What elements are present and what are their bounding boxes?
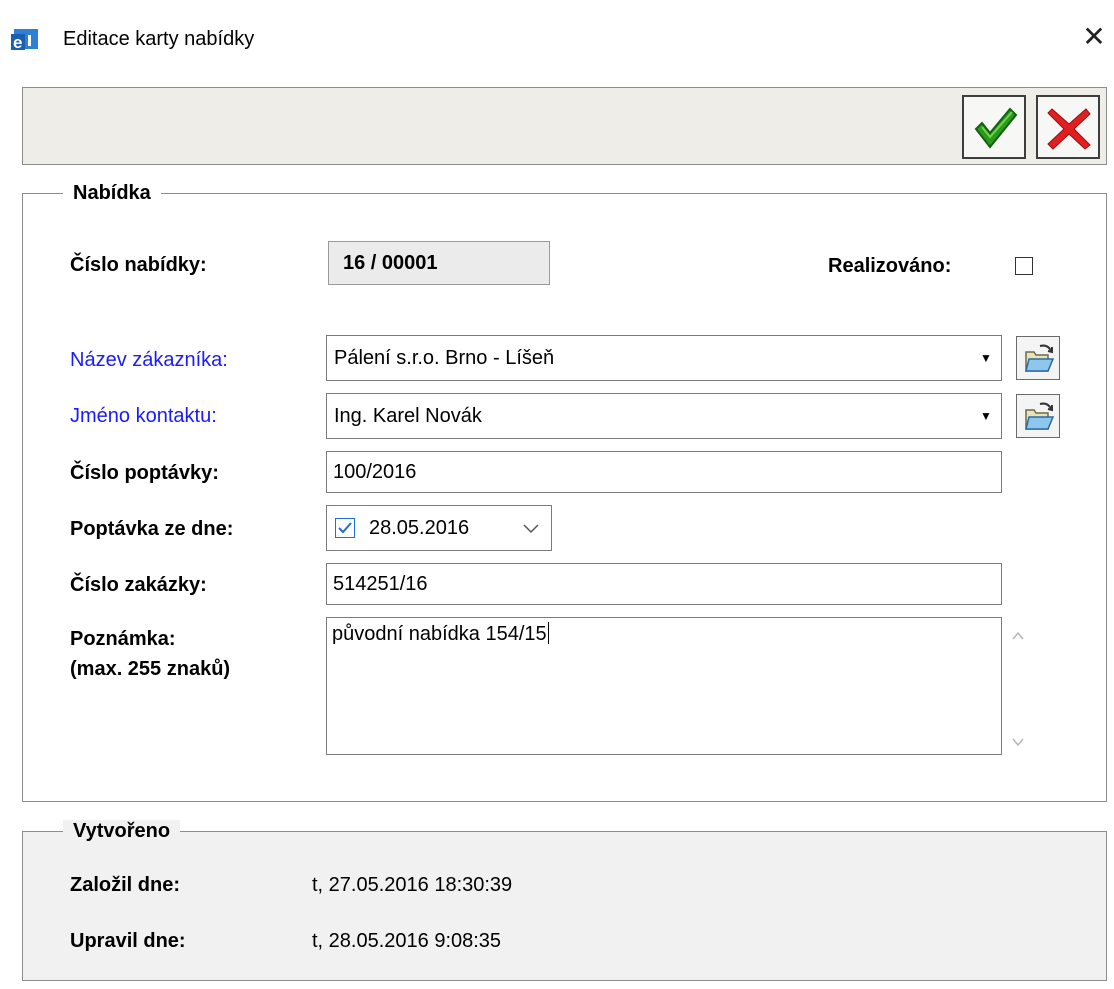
realized-label: Realizováno: [828, 255, 952, 277]
customer-name-combobox[interactable]: Pálení s.r.o. Brno - Líšeň ▼ [326, 335, 1002, 381]
confirm-button[interactable] [962, 95, 1026, 159]
note-label: Poznámka: [70, 628, 176, 650]
modified-date-value: t, 28.05.2016 9:08:35 [312, 930, 502, 952]
contact-name-combobox[interactable]: Ing. Karel Novák ▼ [326, 393, 1002, 439]
dropdown-arrow-icon[interactable]: ▼ [971, 394, 1001, 438]
window-title: Editace karty nabídky [63, 28, 255, 50]
contact-name-label: Jméno kontaktu: [70, 405, 217, 427]
contact-name-value: Ing. Karel Novák [334, 405, 482, 427]
modified-date-label: Upravil dne: [70, 930, 186, 952]
customer-name-label: Název zákazníka: [70, 349, 228, 371]
cancel-button[interactable] [1036, 95, 1100, 159]
chevron-up-icon[interactable] [1008, 628, 1028, 644]
created-date-value: t, 27.05.2016 18:30:39 [312, 874, 513, 896]
inquiry-date-checkbox[interactable] [335, 518, 355, 538]
contact-picker-button[interactable] [1016, 394, 1060, 438]
note-text: původní nabídka 154/15 [332, 623, 547, 645]
title-bar: e Editace karty nabídky ✕ [0, 0, 1114, 78]
chevron-down-icon[interactable] [1008, 734, 1028, 750]
red-x-icon [1047, 108, 1091, 150]
dropdown-arrow-icon[interactable]: ▼ [971, 336, 1001, 380]
note-textarea[interactable]: původní nabídka 154/15 [326, 617, 1002, 755]
customer-name-value: Pálení s.r.o. Brno - Líšeň [334, 347, 555, 369]
note-length-hint: (max. 255 znaků) [70, 658, 231, 680]
customer-picker-button[interactable] [1016, 336, 1060, 380]
inquiry-date-label: Poptávka ze dne: [70, 518, 234, 540]
offer-number-label: Číslo nabídky: [70, 254, 207, 276]
created-date-label: Založil dne: [70, 874, 180, 896]
svg-text:e: e [13, 33, 22, 52]
chevron-down-icon[interactable] [523, 521, 539, 535]
inquiry-number-input[interactable]: 100/2016 [326, 451, 1002, 493]
order-number-label: Číslo zakázky: [70, 574, 207, 596]
offer-number-value: 16 / 00001 [328, 241, 550, 285]
realized-checkbox[interactable] [1015, 257, 1033, 275]
open-folder-icon [1025, 402, 1055, 430]
inquiry-date-picker[interactable]: 28.05.2016 [326, 505, 552, 551]
app-e-icon: e [10, 26, 40, 52]
order-number-input[interactable]: 514251/16 [326, 563, 1002, 605]
open-folder-icon [1025, 344, 1055, 372]
offer-group-legend: Nabídka [63, 182, 161, 204]
inquiry-date-value: 28.05.2016 [369, 517, 470, 539]
text-caret [547, 622, 549, 644]
inquiry-number-label: Číslo poptávky: [70, 462, 219, 484]
toolbar [22, 87, 1107, 165]
checkmark-icon [974, 107, 1018, 149]
created-group: Vytvořeno [22, 820, 1107, 981]
created-group-legend: Vytvořeno [63, 820, 181, 842]
checkmark-icon [338, 522, 352, 534]
close-window-button[interactable]: ✕ [1079, 22, 1109, 52]
